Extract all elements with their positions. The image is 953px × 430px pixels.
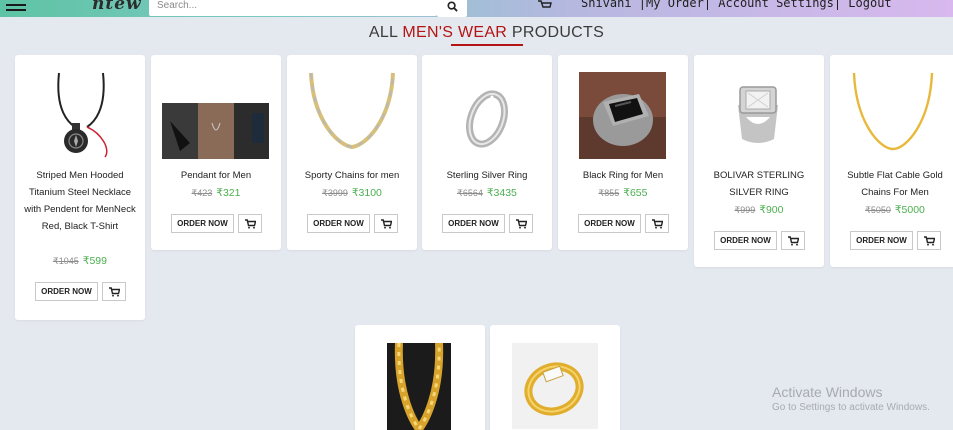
original-price: ₹3999 xyxy=(322,188,348,198)
product-image-bolivar-ring xyxy=(738,86,778,143)
windows-activation-watermark: Activate Windows Go to Settings to activ… xyxy=(772,384,930,413)
product-name[interactable]: Sterling Silver Ring xyxy=(430,167,544,184)
product-card[interactable]: Striped Men Hooded Titanium Steel Neckla… xyxy=(15,55,145,320)
order-now-button[interactable]: ORDER NOW xyxy=(714,231,777,250)
product-image-gold-ring xyxy=(512,343,598,429)
product-card[interactable]: BOLIVAR STERLING SILVER RING ₹999 ₹900 OR… xyxy=(694,55,824,267)
product-card[interactable] xyxy=(490,325,620,430)
page-title: ALL MEN'S WEAR PRODUCTS xyxy=(368,24,605,41)
product-name[interactable]: Pendant for Men xyxy=(159,167,273,184)
cart-icon xyxy=(108,286,120,297)
add-to-cart-button[interactable] xyxy=(917,231,941,250)
product-card[interactable]: Sporty Chains for men ₹3999 ₹3100 ORDER N… xyxy=(287,55,417,250)
product-price: ₹5050 ₹5000 xyxy=(830,204,953,216)
cart-icon xyxy=(515,218,527,229)
product-name[interactable]: BOLIVAR STERLING SILVER RING xyxy=(702,167,816,201)
hamburger-menu-icon[interactable] xyxy=(6,4,26,14)
order-now-button[interactable]: ORDER NOW xyxy=(442,214,505,233)
product-image-necklace xyxy=(57,72,108,158)
product-name[interactable]: Subtle Flat Cable Gold Chains For Men xyxy=(838,167,952,201)
add-to-cart-button[interactable] xyxy=(509,214,533,233)
product-price: ₹423 ₹321 xyxy=(151,187,281,199)
product-image-pendant xyxy=(162,103,269,159)
cart-icon xyxy=(651,218,663,229)
product-card[interactable]: Black Ring for Men ₹855 ₹655 ORDER NOW xyxy=(558,55,688,250)
original-price: ₹5050 xyxy=(865,205,891,215)
watermark-subtitle: Go to Settings to activate Windows. xyxy=(772,402,930,413)
product-card[interactable] xyxy=(355,325,485,430)
product-card[interactable]: Subtle Flat Cable Gold Chains For Men ₹5… xyxy=(830,55,953,267)
product-name[interactable]: Sporty Chains for men xyxy=(295,167,409,184)
user-nav-links[interactable]: Shivani |My Order| Account Settings| Log… xyxy=(581,0,892,10)
product-image-gold-chain xyxy=(852,72,934,151)
product-name[interactable]: Black Ring for Men xyxy=(566,167,680,184)
original-price: ₹999 xyxy=(734,205,756,215)
original-price: ₹855 xyxy=(598,188,620,198)
add-to-cart-button[interactable] xyxy=(374,214,398,233)
sale-price: ₹900 xyxy=(759,204,784,216)
sale-price: ₹321 xyxy=(216,187,241,199)
category-highlight: MEN'S WEAR xyxy=(402,24,508,41)
product-price: ₹999 ₹900 xyxy=(694,204,824,216)
product-image-black-ring xyxy=(579,72,666,159)
sale-price: ₹655 xyxy=(623,187,648,199)
cart-icon xyxy=(787,235,799,246)
watermark-title: Activate Windows xyxy=(772,384,883,400)
search-input[interactable]: Search... xyxy=(149,0,437,16)
sale-price: ₹599 xyxy=(82,255,107,267)
product-image-silver-ring xyxy=(466,90,508,148)
search-button[interactable] xyxy=(437,0,467,17)
add-to-cart-button[interactable] xyxy=(645,214,669,233)
order-now-button[interactable]: ORDER NOW xyxy=(307,214,370,233)
product-name[interactable]: Striped Men Hooded Titanium Steel Neckla… xyxy=(23,167,137,235)
original-price: ₹423 xyxy=(191,188,213,198)
original-price: ₹6564 xyxy=(457,188,483,198)
add-to-cart-button[interactable] xyxy=(102,282,126,301)
cart-icon xyxy=(380,218,392,229)
order-now-button[interactable]: ORDER NOW xyxy=(578,214,641,233)
cart-icon[interactable] xyxy=(538,0,552,10)
site-logo[interactable]: ntew xyxy=(92,0,142,14)
title-underline xyxy=(451,44,523,46)
product-image-chain xyxy=(309,72,395,150)
order-now-button[interactable]: ORDER NOW xyxy=(35,282,98,301)
product-image-gold-cuban-chain xyxy=(387,343,451,430)
order-now-button[interactable]: ORDER NOW xyxy=(171,214,234,233)
add-to-cart-button[interactable] xyxy=(238,214,262,233)
top-navigation-bar: ntew Search... Shivani |My Order| Accoun… xyxy=(0,0,953,17)
cart-icon xyxy=(244,218,256,229)
original-price: ₹1045 xyxy=(53,256,79,266)
sale-price: ₹3100 xyxy=(351,187,382,199)
product-price: ₹3999 ₹3100 xyxy=(287,187,417,199)
add-to-cart-button[interactable] xyxy=(781,231,805,250)
product-price: ₹855 ₹655 xyxy=(558,187,688,199)
cart-icon xyxy=(923,235,935,246)
product-price: ₹6564 ₹3435 xyxy=(422,187,552,199)
product-card[interactable]: Pendant for Men ₹423 ₹321 ORDER NOW xyxy=(151,55,281,250)
sale-price: ₹5000 xyxy=(894,204,925,216)
sale-price: ₹3435 xyxy=(486,187,517,199)
product-price: ₹1045 ₹599 xyxy=(15,255,145,267)
search-icon xyxy=(446,1,458,12)
order-now-button[interactable]: ORDER NOW xyxy=(850,231,913,250)
product-card[interactable]: Sterling Silver Ring ₹6564 ₹3435 ORDER NO… xyxy=(422,55,552,250)
